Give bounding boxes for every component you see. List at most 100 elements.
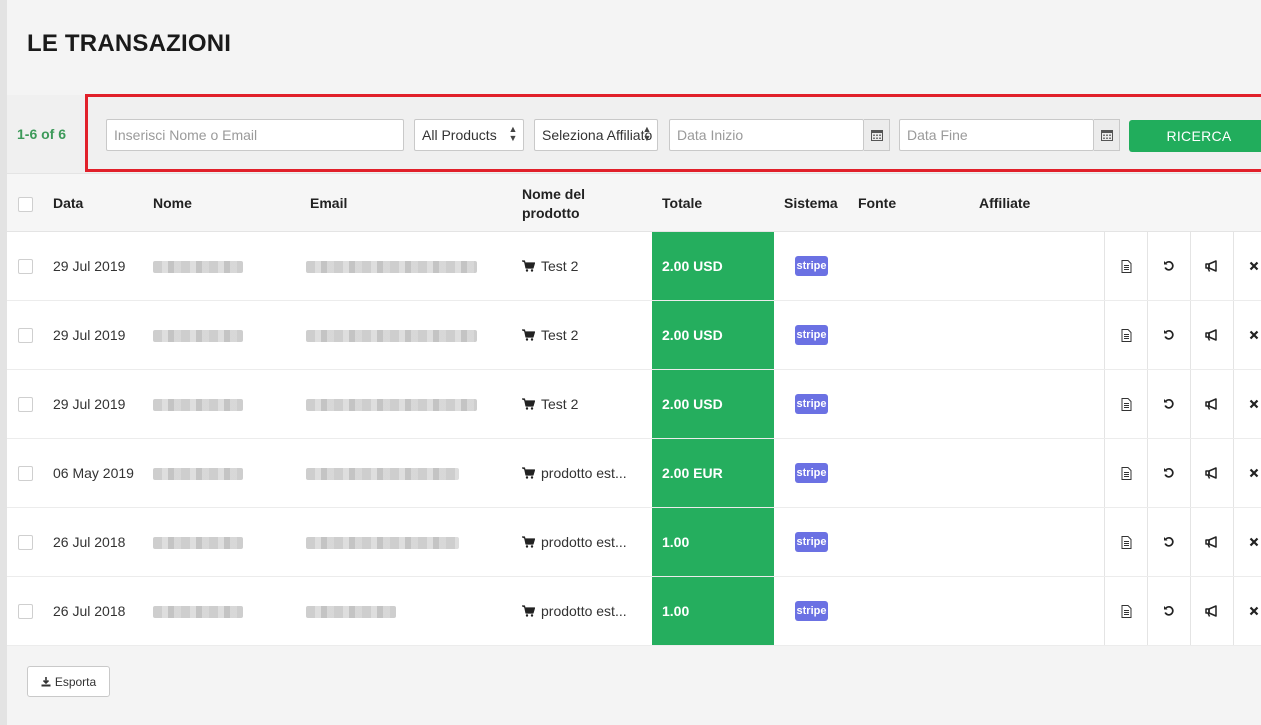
header-system[interactable]: Sistema <box>784 174 838 233</box>
delete-button[interactable] <box>1233 508 1261 576</box>
delete-button[interactable] <box>1233 370 1261 438</box>
notify-button[interactable] <box>1190 301 1233 369</box>
delete-button[interactable] <box>1233 232 1261 300</box>
delete-button[interactable] <box>1233 301 1261 369</box>
table-row[interactable]: 29 Jul 2019 Test 2 2.00 USD stripe <box>7 301 1261 370</box>
notify-button[interactable] <box>1190 370 1233 438</box>
start-date-calendar-button[interactable] <box>864 119 890 151</box>
megaphone-icon <box>1205 398 1217 410</box>
row-product: Test 2 <box>522 232 578 300</box>
stripe-badge: stripe <box>795 325 828 345</box>
search-button[interactable]: RICERCA <box>1129 120 1261 152</box>
cart-icon <box>522 398 535 410</box>
header-total[interactable]: Totale <box>662 174 702 233</box>
table-row[interactable]: 26 Jul 2018 prodotto est... 1.00 stripe <box>7 577 1261 646</box>
select-arrows-icon: ▲ ▼ <box>508 124 518 143</box>
close-icon <box>1249 468 1258 478</box>
row-checkbox[interactable] <box>18 535 33 550</box>
end-date-calendar-button[interactable] <box>1094 119 1120 151</box>
product-name: prodotto est... <box>541 602 627 619</box>
notify-button[interactable] <box>1190 439 1233 507</box>
row-checkbox[interactable] <box>18 259 33 274</box>
row-product: Test 2 <box>522 370 578 438</box>
table-row[interactable]: 29 Jul 2019 Test 2 2.00 USD stripe <box>7 232 1261 301</box>
refund-icon <box>1164 260 1174 271</box>
row-checkbox[interactable] <box>18 328 33 343</box>
table-body: 29 Jul 2019 Test 2 2.00 USD stripe 29 Ju… <box>7 232 1261 646</box>
header-date[interactable]: Data <box>53 174 83 233</box>
megaphone-icon <box>1205 536 1217 548</box>
invoice-button[interactable] <box>1104 301 1147 369</box>
invoice-button[interactable] <box>1104 439 1147 507</box>
product-select-value: All Products <box>422 127 497 143</box>
select-all-checkbox[interactable] <box>18 197 33 212</box>
redacted-name <box>153 537 243 549</box>
refund-button[interactable] <box>1147 439 1190 507</box>
redacted-email <box>306 261 477 273</box>
row-product: Test 2 <box>522 301 578 369</box>
redacted-name <box>153 261 243 273</box>
select-arrows-icon: ▲ ▼ <box>642 124 652 143</box>
product-select[interactable]: All Products ▲ ▼ <box>414 119 524 151</box>
row-checkbox[interactable] <box>18 397 33 412</box>
notify-button[interactable] <box>1190 508 1233 576</box>
invoice-icon <box>1121 535 1131 549</box>
delete-button[interactable] <box>1233 577 1261 645</box>
row-date: 29 Jul 2019 <box>53 326 126 343</box>
redacted-email <box>306 537 459 549</box>
invoice-button[interactable] <box>1104 232 1147 300</box>
redacted-email <box>306 468 459 480</box>
refund-button[interactable] <box>1147 577 1190 645</box>
row-product: prodotto est... <box>522 439 627 507</box>
row-date: 26 Jul 2018 <box>53 602 126 619</box>
table-row[interactable]: 26 Jul 2018 prodotto est... 1.00 stripe <box>7 508 1261 577</box>
refund-button[interactable] <box>1147 370 1190 438</box>
cart-icon <box>522 467 535 479</box>
table-row[interactable]: 29 Jul 2019 Test 2 2.00 USD stripe <box>7 370 1261 439</box>
results-counter: 1-6 of 6 <box>17 126 67 142</box>
refund-button[interactable] <box>1147 232 1190 300</box>
end-date-input[interactable] <box>899 119 1094 151</box>
megaphone-icon <box>1205 467 1217 479</box>
export-button[interactable]: Esporta <box>27 666 110 697</box>
calendar-icon <box>1100 130 1113 141</box>
header-name[interactable]: Nome <box>153 174 192 233</box>
cart-icon <box>522 536 535 548</box>
affiliate-select[interactable]: Seleziona Affiliato ▲ ▼ <box>534 119 658 151</box>
megaphone-icon <box>1205 605 1217 617</box>
invoice-icon <box>1121 397 1131 411</box>
table-row[interactable]: 06 May 2019 prodotto est... 2.00 EUR str… <box>7 439 1261 508</box>
megaphone-icon <box>1205 329 1217 341</box>
cart-icon <box>522 329 535 341</box>
start-date-input[interactable] <box>669 119 864 151</box>
row-total: 2.00 USD <box>652 301 774 369</box>
delete-button[interactable] <box>1233 439 1261 507</box>
refund-button[interactable] <box>1147 508 1190 576</box>
invoice-icon <box>1121 328 1131 342</box>
stripe-badge: stripe <box>795 532 828 552</box>
header-product[interactable]: Nome del prodotto <box>522 174 612 233</box>
cart-icon <box>522 260 535 272</box>
refund-icon <box>1164 467 1174 478</box>
header-affiliate[interactable]: Affiliate <box>979 174 1030 233</box>
header-source[interactable]: Fonte <box>858 174 896 233</box>
notify-button[interactable] <box>1190 232 1233 300</box>
stripe-badge: stripe <box>795 601 828 621</box>
table-header: Data Nome Email Nome del prodotto Totale… <box>7 173 1261 232</box>
invoice-button[interactable] <box>1104 508 1147 576</box>
left-strip <box>0 0 7 725</box>
invoice-icon <box>1121 604 1131 618</box>
invoice-button[interactable] <box>1104 370 1147 438</box>
notify-button[interactable] <box>1190 577 1233 645</box>
redacted-email <box>306 606 396 618</box>
affiliate-select-value: Seleziona Affiliato <box>542 127 653 143</box>
stripe-badge: stripe <box>795 394 828 414</box>
redacted-name <box>153 330 243 342</box>
row-checkbox[interactable] <box>18 466 33 481</box>
row-checkbox[interactable] <box>18 604 33 619</box>
invoice-button[interactable] <box>1104 577 1147 645</box>
header-email[interactable]: Email <box>310 174 347 233</box>
refund-button[interactable] <box>1147 301 1190 369</box>
search-input[interactable] <box>106 119 404 151</box>
refund-icon <box>1164 329 1174 340</box>
